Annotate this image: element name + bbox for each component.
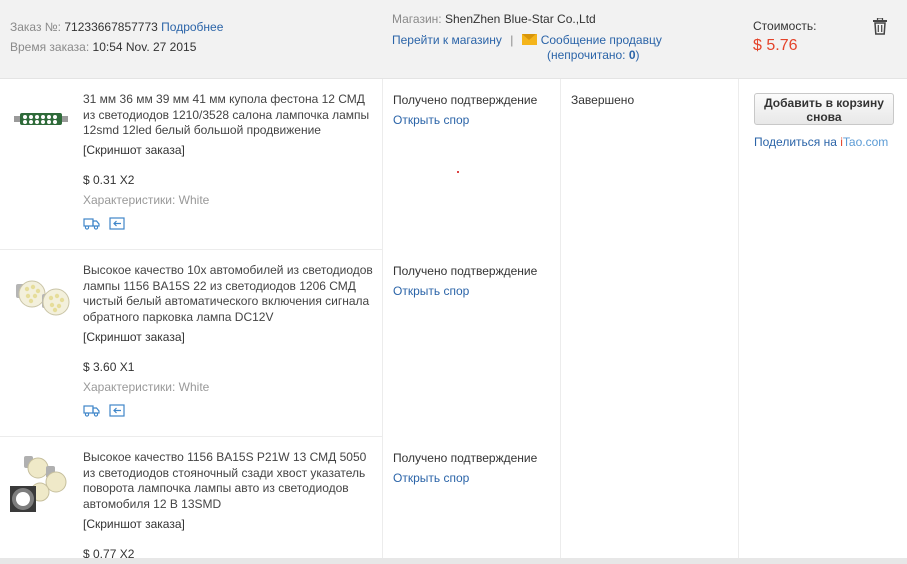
- order-number-label: Заказ №:: [10, 20, 62, 34]
- product-title[interactable]: Высокое качество 10x автомобилей из свет…: [83, 263, 378, 325]
- properties-label: Характеристики:: [83, 193, 176, 207]
- stray-dot: [457, 171, 459, 173]
- product-image[interactable]: [10, 452, 70, 512]
- order-snapshot-link[interactable]: [Скриншот заказа]: [83, 517, 185, 531]
- link-separator: |: [510, 33, 514, 47]
- unread-count: 0: [628, 48, 636, 62]
- envelope-icon: [521, 34, 537, 45]
- share-prefix: Поделиться на: [754, 135, 841, 149]
- item-service-icons: [83, 404, 125, 420]
- item-price: $ 3.60 X1: [83, 360, 135, 374]
- order-snapshot-link[interactable]: [Скриншот заказа]: [83, 143, 185, 157]
- trash-icon[interactable]: [872, 18, 888, 35]
- share-on-itao-link[interactable]: Поделиться на iTao.com: [754, 135, 888, 149]
- open-dispute-link[interactable]: Открыть спор: [393, 471, 469, 485]
- order-cost: $ 5.76: [753, 37, 798, 54]
- store-links-row: Перейти к магазину | Сообщение продавцу: [392, 33, 662, 47]
- go-to-store-link[interactable]: Перейти к магазину: [392, 33, 502, 47]
- unread-count-row[interactable]: (непрочитано: 0): [547, 48, 640, 62]
- message-seller-link[interactable]: Сообщение продавцу: [541, 33, 662, 47]
- item-status: Получено подтверждение: [393, 93, 538, 107]
- item-status: Получено подтверждение: [393, 264, 538, 278]
- order-time-row: Время заказа: 10:54 Nov. 27 2015: [10, 40, 196, 54]
- cost-label: Стоимость:: [753, 19, 817, 33]
- order-header: Заказ №: 71233667857773 Подробнее Время …: [0, 0, 907, 79]
- column-divider: [560, 79, 561, 564]
- order-time: 10:54 Nov. 27 2015: [92, 40, 197, 54]
- share-brand-rest: Tao.com: [842, 135, 889, 149]
- column-divider: [738, 79, 739, 564]
- order-status: Завершено: [571, 93, 635, 107]
- add-to-cart-again-button[interactable]: Добавить в корзину снова: [754, 93, 894, 125]
- unread-suffix: ): [635, 48, 640, 62]
- item-properties: Характеристики: White: [83, 193, 209, 207]
- item-properties: Характеристики: White: [83, 380, 209, 394]
- item-service-icons: [83, 217, 125, 233]
- horizontal-scrollbar[interactable]: [0, 558, 907, 564]
- order-number-row: Заказ №: 71233667857773 Подробнее: [10, 20, 223, 34]
- order-time-label: Время заказа:: [10, 40, 90, 54]
- properties-value: White: [178, 193, 210, 207]
- return-icon[interactable]: [109, 217, 125, 230]
- return-icon[interactable]: [109, 404, 125, 417]
- store-label: Магазин:: [392, 12, 442, 26]
- store-row: Магазин: ShenZhen Blue-Star Co.,Ltd: [392, 12, 596, 26]
- order-snapshot-link[interactable]: [Скриншот заказа]: [83, 330, 185, 344]
- column-divider: [382, 79, 383, 564]
- properties-label: Характеристики:: [83, 380, 176, 394]
- row-divider: [0, 436, 382, 437]
- properties-value: White: [178, 380, 210, 394]
- product-image[interactable]: [10, 272, 72, 318]
- row-divider: [0, 249, 382, 250]
- store-name: ShenZhen Blue-Star Co.,Ltd: [444, 12, 596, 26]
- product-image[interactable]: [12, 108, 70, 130]
- item-price: $ 0.31 X2: [83, 173, 135, 187]
- product-title[interactable]: Высокое качество 1156 BA15S P21W 13 СМД …: [83, 450, 378, 512]
- order-number: 71233667857773: [64, 20, 158, 34]
- item-status: Получено подтверждение: [393, 451, 538, 465]
- product-title[interactable]: 31 мм 36 мм 39 мм 41 мм купола фестона 1…: [83, 92, 378, 139]
- open-dispute-link[interactable]: Открыть спор: [393, 284, 469, 298]
- unread-prefix: (непрочитано:: [547, 48, 629, 62]
- open-dispute-link[interactable]: Открыть спор: [393, 113, 469, 127]
- truck-icon[interactable]: [83, 217, 100, 230]
- truck-icon[interactable]: [83, 404, 100, 417]
- order-details-link[interactable]: Подробнее: [161, 20, 223, 34]
